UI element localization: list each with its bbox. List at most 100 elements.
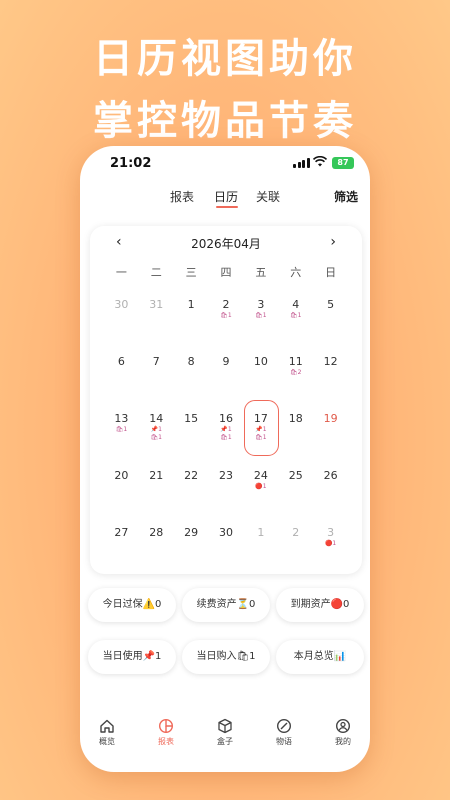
calendar-day[interactable]: 3 🔴1 — [313, 512, 348, 569]
calendar-day-number: 30 — [114, 298, 129, 311]
calendar-day-marker: 🔴1 — [255, 483, 267, 490]
filter-button[interactable]: 筛选 — [334, 188, 358, 205]
nav-stories[interactable]: 物语 — [264, 718, 304, 747]
pill-renewal-assets[interactable]: 续费资产⏳0 — [182, 588, 270, 622]
calendar-day-number: 14 — [149, 412, 164, 425]
calendar-day-number: 5 — [327, 298, 335, 311]
calendar-day[interactable]: 30 — [209, 512, 244, 569]
calendar-day-number: 4 — [292, 298, 300, 311]
calendar-day[interactable]: 11 🛍2 — [278, 341, 313, 398]
calendar-day-selected[interactable]: 17 📌1 🛍1 — [243, 398, 280, 456]
calendar-day-markers: 📌1 🛍1 — [139, 426, 174, 442]
calendar-day[interactable]: 6 — [104, 341, 139, 398]
calendar-day[interactable]: 7 — [139, 341, 174, 398]
signal-icon — [293, 158, 310, 168]
calendar-day[interactable]: 18 — [278, 398, 313, 455]
calendar-day[interactable]: 28 — [139, 512, 174, 569]
calendar-day[interactable]: 9 — [209, 341, 244, 398]
calendar-day-number: 12 — [323, 355, 338, 368]
calendar-card: ‹ 2026年04月 › 一二三四五六日 30 31 1 2 🛍1 3 🛍1 4 🛍1 5 6 7 8 9… — [90, 226, 362, 574]
calendar-day-markers: 🛍2 — [278, 369, 313, 377]
pill-warranty-today[interactable]: 今日过保⚠️0 — [88, 588, 176, 622]
nav-label: 物语 — [276, 737, 292, 746]
calendar-day-marker: 🛍1 — [255, 312, 267, 319]
calendar-week-row: 6 7 8 9 10 11 🛍2 12 — [104, 341, 348, 398]
calendar-day[interactable]: 14 📌1 🛍1 — [139, 398, 174, 455]
calendar-day[interactable]: 24 🔴1 — [243, 455, 278, 512]
calendar-day[interactable]: 13 🛍1 — [104, 398, 139, 455]
pill-expired-assets[interactable]: 到期资产🔴0 — [276, 588, 364, 622]
calendar-day[interactable]: 26 — [313, 455, 348, 512]
calendar-day[interactable]: 2 🛍1 — [209, 284, 244, 341]
calendar-day-number: 17 — [253, 412, 268, 425]
calendar-day-number: 26 — [323, 469, 338, 482]
calendar-day-number: 31 — [149, 298, 164, 311]
pill-bought-today[interactable]: 当日购入🛍1 — [182, 640, 270, 674]
calendar-day[interactable]: 20 — [104, 455, 139, 512]
calendar-day-number: 19 — [323, 412, 338, 425]
calendar-day[interactable]: 15 — [174, 398, 209, 455]
calendar-day-markers: 🛍1 — [243, 312, 278, 320]
calendar-day-marker: 🔴1 — [324, 540, 337, 547]
calendar-day-markers: 🛍1 — [278, 312, 313, 320]
calendar-day-marker: 🛍2 — [290, 369, 302, 376]
pill-month-overview[interactable]: 本月总览📊 — [276, 640, 364, 674]
pill-used-today[interactable]: 当日使用📌1 — [88, 640, 176, 674]
calendar-day-number: 21 — [149, 469, 164, 482]
calendar-day[interactable]: 27 — [104, 512, 139, 569]
calendar-day[interactable]: 1 — [243, 512, 278, 569]
calendar-week-row: 20 21 22 23 24 🔴1 25 26 — [104, 455, 348, 512]
battery-icon: 87 — [332, 157, 354, 169]
calendar-day-marker: 📌1 — [220, 426, 232, 433]
status-time: 21:02 — [110, 156, 152, 171]
top-tabs: 报表 日历 关联 筛选 — [80, 184, 370, 214]
calendar-day[interactable]: 25 — [278, 455, 313, 512]
calendar-day[interactable]: 2 — [278, 512, 313, 569]
weekday-header: 一二三四五六日 — [104, 264, 348, 280]
weekday-label: 四 — [220, 266, 232, 279]
weekday-label: 五 — [255, 266, 267, 279]
calendar-day[interactable]: 16 📌1 🛍1 — [209, 398, 244, 455]
calendar-day[interactable]: 19 — [313, 398, 348, 455]
tab-calendar[interactable]: 日历 — [214, 188, 238, 205]
tab-report[interactable]: 报表 — [170, 188, 194, 205]
calendar-day-number: 10 — [253, 355, 268, 368]
calendar-day-markers: 🛍1 — [104, 426, 139, 434]
calendar-day[interactable]: 30 — [104, 284, 139, 341]
home-icon — [99, 718, 115, 734]
calendar-week-row: 30 31 1 2 🛍1 3 🛍1 4 🛍1 5 — [104, 284, 348, 341]
calendar-day-markers: 🔴1 — [243, 483, 278, 491]
calendar-grid: 30 31 1 2 🛍1 3 🛍1 4 🛍1 5 6 7 8 9 10 11 🛍2 12 13 🛍1 14 📌1 🛍1 15 1… — [104, 284, 348, 569]
calendar-day[interactable]: 12 — [313, 341, 348, 398]
next-month-button[interactable]: › — [330, 234, 336, 250]
calendar-day-number: 30 — [219, 526, 233, 539]
calendar-day-number: 29 — [184, 526, 199, 539]
calendar-day[interactable]: 23 — [209, 455, 244, 512]
calendar-day[interactable]: 3 🛍1 — [243, 284, 278, 341]
nav-report[interactable]: 报表 — [146, 718, 186, 747]
calendar-day[interactable]: 10 — [243, 341, 278, 398]
calendar-day-number: 13 — [114, 412, 129, 425]
nav-mine[interactable]: 我的 — [323, 718, 363, 747]
nav-label: 盒子 — [217, 737, 233, 746]
calendar-day[interactable]: 22 — [174, 455, 209, 512]
calendar-day-number: 6 — [117, 355, 125, 368]
calendar-day[interactable]: 4 🛍1 — [278, 284, 313, 341]
calendar-day-number: 18 — [288, 412, 303, 425]
calendar-day[interactable]: 21 — [139, 455, 174, 512]
calendar-day[interactable]: 1 — [174, 284, 209, 341]
nav-overview[interactable]: 概览 — [87, 718, 127, 747]
tab-relation[interactable]: 关联 — [256, 188, 280, 205]
calendar-day[interactable]: 31 — [139, 284, 174, 341]
headline-line-1: 日历视图助你 — [93, 36, 357, 82]
calendar-day[interactable]: 29 — [174, 512, 209, 569]
active-tab-indicator — [216, 206, 238, 208]
calendar-day-number: 23 — [219, 469, 233, 482]
calendar-day-number: 16 — [219, 412, 233, 425]
compass-icon — [276, 718, 292, 734]
calendar-day[interactable]: 5 — [313, 284, 348, 341]
calendar-day[interactable]: 8 — [174, 341, 209, 398]
weekday-label: 六 — [290, 266, 302, 279]
calendar-day-markers: 📌1 🛍1 — [209, 426, 244, 442]
nav-box[interactable]: 盒子 — [205, 718, 245, 747]
